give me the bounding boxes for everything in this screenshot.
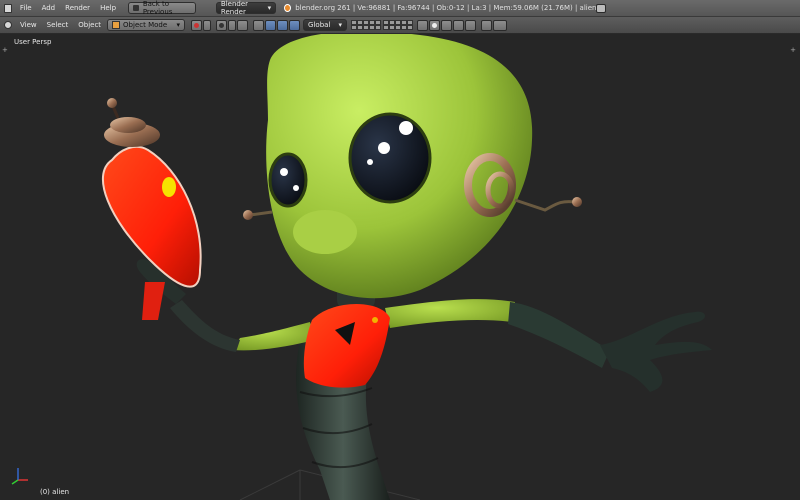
- view-name-label: User Persp: [14, 38, 52, 46]
- layer-button[interactable]: [375, 25, 382, 30]
- region-corner-icon[interactable]: +: [2, 46, 8, 54]
- object-info-label: (0) alien: [40, 488, 70, 496]
- layer-buttons-group: [351, 20, 414, 30]
- snap-target-icon[interactable]: [453, 19, 465, 31]
- menu-help[interactable]: Help: [100, 4, 116, 12]
- object-mode-icon: [112, 21, 121, 29]
- menu-render[interactable]: Render: [65, 4, 90, 12]
- info-header: File Add Render Help Back to Previous Bl…: [0, 0, 800, 17]
- viewport-header: View Select Object Object Mode ▾ Global …: [0, 17, 800, 34]
- dropdown-arrow-icon: ▾: [176, 21, 181, 29]
- transform-orientation-dropdown[interactable]: Global ▾: [303, 19, 348, 31]
- menu-file[interactable]: File: [20, 4, 32, 12]
- viewport-shading-icon[interactable]: [191, 19, 203, 31]
- translate-manipulator-icon[interactable]: [265, 19, 277, 31]
- ray-gun-light: [162, 177, 176, 197]
- axis-gizmo-icon: [11, 468, 28, 485]
- screen-layout-icon[interactable]: [596, 3, 606, 13]
- back-icon: [133, 5, 139, 11]
- menu-view[interactable]: View: [20, 21, 37, 29]
- alien-render: [102, 34, 712, 500]
- alien-left-hand: [600, 311, 712, 392]
- alien-antenna-ball-right: [243, 210, 253, 220]
- alien-chest-suit: [303, 303, 390, 388]
- view3d-editor-icon[interactable]: [4, 21, 12, 29]
- snap-element-icon[interactable]: [441, 19, 453, 31]
- alien-antenna-ball: [572, 197, 582, 207]
- alien-right-forearm: [170, 300, 240, 352]
- alien-right-eye: [268, 152, 308, 208]
- mode-dropdown[interactable]: Object Mode ▾: [107, 19, 186, 31]
- view-menu: View Select Object: [20, 21, 107, 29]
- menu-select[interactable]: Select: [47, 21, 69, 29]
- menu-object[interactable]: Object: [78, 21, 101, 29]
- scene-stats: blender.org 261 | Ve:96881 | Fa:96744 | …: [295, 4, 597, 12]
- sphere-icon[interactable]: [429, 19, 441, 31]
- scale-manipulator-icon[interactable]: [289, 19, 301, 31]
- layer-button[interactable]: [407, 25, 414, 30]
- ray-gun-antenna-ball: [107, 98, 117, 108]
- pivot-dropdown-icon[interactable]: [228, 19, 237, 31]
- info-menu: File Add Render Help: [20, 4, 126, 12]
- ray-gun-coil-top: [110, 117, 146, 133]
- lock-camera-icon[interactable]: [417, 19, 429, 31]
- 3d-viewport[interactable]: User Persp (0) alien + +: [0, 34, 800, 500]
- shading-dropdown-icon[interactable]: [203, 19, 212, 31]
- alien-left-arm: [385, 299, 515, 328]
- snap-layers-icon[interactable]: [237, 19, 249, 31]
- pivot-point-icon[interactable]: [216, 19, 228, 31]
- blender-logo-icon: [284, 4, 292, 12]
- rotate-manipulator-icon[interactable]: [277, 19, 289, 31]
- alien-left-eye: [348, 112, 432, 204]
- render-animation-icon[interactable]: [493, 19, 508, 31]
- render-still-icon[interactable]: [481, 19, 493, 31]
- proportional-edit-icon[interactable]: [465, 19, 477, 31]
- menu-add[interactable]: Add: [42, 4, 56, 12]
- dropdown-arrow-icon: ▾: [267, 4, 272, 12]
- alien-left-forearm: [508, 302, 610, 368]
- alien-mouth: [293, 210, 357, 254]
- dropdown-arrow-icon: ▾: [338, 21, 343, 29]
- manipulator-toggle-icon[interactable]: [253, 19, 265, 31]
- editor-type-icon[interactable]: [4, 3, 12, 13]
- render-engine-dropdown[interactable]: Blender Render ▾: [215, 0, 277, 16]
- ray-gun-handle: [142, 282, 165, 320]
- back-to-previous-button[interactable]: Back to Previous: [128, 0, 196, 16]
- region-corner-icon[interactable]: +: [790, 46, 796, 54]
